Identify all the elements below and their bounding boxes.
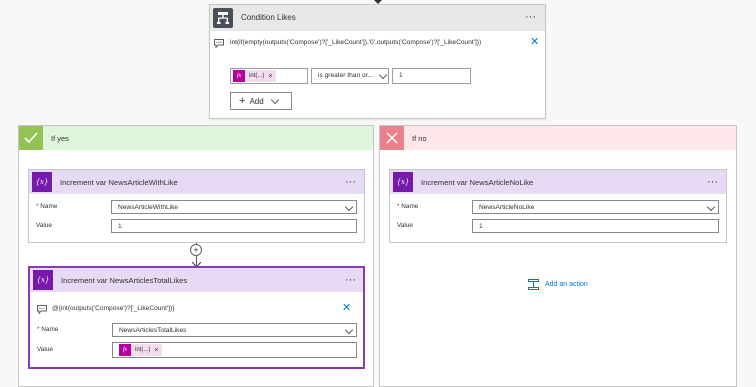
value-input[interactable]: 1 [472, 219, 719, 233]
if-yes-label: If yes [51, 134, 69, 143]
if-no-branch: If no [379, 125, 737, 387]
expression-token[interactable]: fx int(...) × [119, 344, 163, 356]
name-select[interactable]: NewsArticlesTotalLikes [112, 323, 357, 337]
comment-icon [37, 305, 47, 314]
fx-icon: fx [119, 344, 131, 356]
condition-icon [213, 8, 233, 28]
action-header[interactable]: {x} Increment var NewsArticleWithLike ··… [29, 170, 364, 194]
add-button-label: Add [249, 96, 264, 106]
variable-icon: {x} [32, 172, 52, 192]
more-options-icon[interactable]: ··· [345, 275, 356, 286]
chevron-down-icon [344, 325, 354, 335]
add-an-action-button[interactable]: Add an action [528, 279, 588, 290]
value-input[interactable]: fx int(...) × [112, 342, 357, 358]
right-operand-value: 1 [399, 72, 403, 79]
action-card-with-like[interactable]: {x} Increment var NewsArticleWithLike ··… [28, 169, 365, 243]
expression-token[interactable]: fx int(...) × [233, 70, 277, 82]
more-options-icon[interactable]: ··· [525, 12, 536, 23]
name-field-label: * Name [37, 326, 59, 333]
comment-icon [214, 39, 224, 48]
name-select-value: NewsArticlesTotalLikes [119, 326, 187, 334]
insert-step-button[interactable]: + [190, 244, 202, 256]
variable-icon: {x} [393, 172, 413, 192]
if-no-header: If no [380, 126, 736, 150]
if-yes-header: If yes [19, 126, 373, 150]
chevron-down-icon [706, 202, 716, 212]
remove-token-icon[interactable]: × [268, 73, 272, 80]
name-select[interactable]: NewsArticleNoLike [472, 200, 719, 214]
action-card-total-likes[interactable]: {x} Increment var NewsArticlesTotalLikes… [28, 266, 365, 369]
token-label: int(...) [135, 347, 151, 353]
value-field-label: Value [36, 222, 52, 229]
fx-icon: fx [233, 70, 245, 82]
action-title: Increment var NewsArticleNoLike [421, 178, 534, 187]
close-icon[interactable]: ✕ [342, 303, 351, 314]
add-an-action-label: Add an action [545, 281, 588, 288]
condition-operator-select[interactable]: is greater than or... [311, 68, 389, 84]
condition-header[interactable]: Condition Likes ··· [210, 5, 545, 31]
value-input[interactable]: 1 [111, 219, 357, 233]
chevron-down-icon [270, 95, 279, 104]
name-select-value: NewsArticleWithLike [118, 203, 179, 211]
condition-expression-row[interactable]: int(if(empty(outputs('Compose')?['_LikeC… [214, 37, 542, 53]
value-field-label: Value [397, 222, 413, 229]
name-field-label: * Name [36, 203, 58, 210]
add-condition-button[interactable]: + Add [230, 92, 292, 110]
name-field-label: * Name [397, 203, 419, 210]
cross-icon [380, 126, 404, 150]
action-header[interactable]: {x} Increment var NewsArticleNoLike ··· [390, 170, 726, 194]
action-title: Increment var NewsArticleWithLike [60, 178, 178, 187]
plus-icon: + [239, 95, 246, 107]
token-label: int(...) [249, 73, 265, 79]
name-select[interactable]: NewsArticleWithLike [111, 200, 357, 214]
checkmark-icon [19, 126, 43, 150]
more-options-icon[interactable]: ··· [345, 177, 356, 188]
if-no-label: If no [412, 134, 427, 143]
action-card-no-like[interactable]: {x} Increment var NewsArticleNoLike ··· … [389, 169, 727, 243]
condition-title: Condition Likes [241, 13, 296, 22]
variable-icon: {x} [33, 270, 53, 290]
chevron-down-icon [344, 202, 354, 212]
action-header[interactable]: {x} Increment var NewsArticlesTotalLikes… [30, 268, 363, 292]
remove-token-icon[interactable]: × [154, 347, 158, 354]
condition-expression-text: int(if(empty(outputs('Compose')?['_LikeC… [230, 39, 482, 46]
more-options-icon[interactable]: ··· [707, 177, 718, 188]
operator-value: is greater than or... [318, 72, 373, 79]
chevron-down-icon [378, 70, 388, 80]
action-title: Increment var NewsArticlesTotalLikes [61, 276, 188, 285]
condition-card[interactable]: Condition Likes ··· int(if(empty(outputs… [209, 4, 546, 119]
name-select-value: NewsArticleNoLike [479, 203, 535, 211]
add-action-icon [528, 279, 539, 290]
close-icon[interactable]: ✕ [530, 37, 539, 48]
value-field-label: Value [37, 346, 53, 353]
condition-right-operand[interactable]: 1 [392, 68, 471, 84]
action-expression-text: @{int(outputs('Compose')?['_LikeCount'])… [52, 305, 175, 312]
condition-left-operand[interactable]: fx int(...) × [230, 68, 308, 84]
